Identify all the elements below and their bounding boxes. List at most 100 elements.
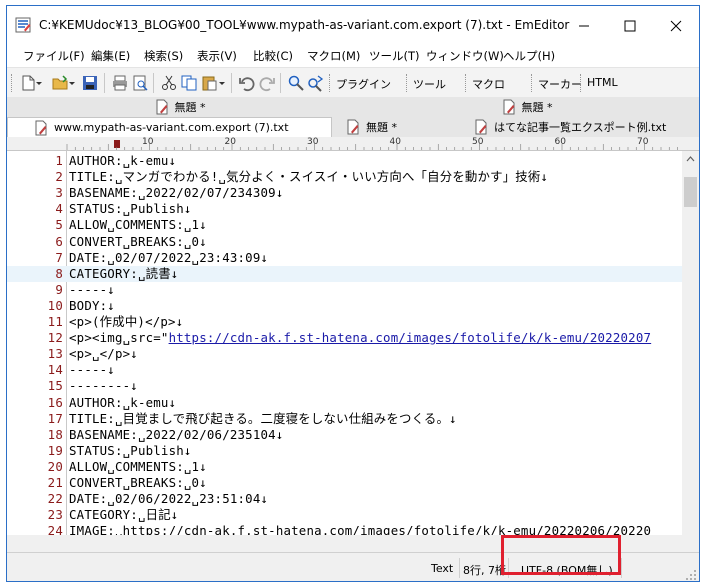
text-line[interactable]: 18 BASENAME:␣2022/02/06/235104↓ (7, 427, 699, 443)
menu-search[interactable]: 検索(S) (144, 48, 183, 64)
html-toolbar-label[interactable]: HTML (587, 76, 618, 89)
status-mode[interactable]: Text (431, 562, 453, 575)
text-line[interactable]: 4 STATUS:␣Publish↓ (7, 201, 699, 217)
find-icon[interactable] (287, 74, 305, 92)
text-line[interactable]: 23 CATEGORY:␣日記↓ (7, 507, 699, 523)
text-line[interactable]: 15 --------↓ (7, 378, 699, 394)
text-line[interactable]: 11 <p>(作成中)</p>↓ (7, 314, 699, 330)
line-text[interactable]: DATE:␣02/07/2022␣23:43:09↓ (69, 250, 268, 266)
line-text[interactable]: AUTHOR:␣k-emu↓ (69, 153, 176, 169)
line-text[interactable]: -----↓ (69, 282, 115, 298)
toolbar-grip[interactable] (329, 74, 332, 92)
menu-macro[interactable]: マクロ(M) (307, 48, 360, 64)
text-line[interactable]: 10 BODY:↓ (7, 298, 699, 314)
find-next-icon[interactable] (306, 74, 324, 92)
line-text[interactable]: <p>␣</p>↓ (69, 346, 138, 362)
minimize-button[interactable] (561, 6, 607, 45)
line-text[interactable]: BODY:↓ (69, 298, 115, 314)
line-text[interactable]: ALLOW␣COMMENTS:␣1↓ (69, 459, 207, 475)
print-preview-icon[interactable] (131, 74, 149, 92)
toolbar-separator (280, 73, 281, 93)
line-text[interactable]: -----↓ (69, 362, 115, 378)
copy-icon[interactable] (180, 74, 198, 92)
line-text[interactable]: BASENAME:␣2022/02/06/235104↓ (69, 427, 283, 443)
text-line[interactable]: 17 TITLE:␣目覚ましで飛び起きる。二度寝をしない仕組みをつくる。↓ (7, 411, 699, 427)
menu-help[interactable]: ヘルプ(H) (503, 48, 555, 64)
text-line[interactable]: 16 AUTHOR:␣k-emu↓ (7, 395, 699, 411)
text-line[interactable]: 5 ALLOW␣COMMENTS:␣1↓ (7, 217, 699, 233)
line-text[interactable]: DATE:␣02/06/2022␣23:51:04↓ (69, 491, 268, 507)
maximize-button[interactable] (607, 6, 653, 45)
tab-export-file[interactable]: www.mypath-as-variant.com.export (7).txt (7, 117, 332, 137)
line-text[interactable]: <p>(作成中)</p>↓ (69, 314, 183, 330)
plugin-toolbar-label[interactable]: プラグイン (336, 76, 391, 92)
line-text[interactable]: STATUS:␣Publish↓ (69, 443, 192, 459)
line-number: 12 (47, 330, 63, 346)
text-line[interactable]: 20 ALLOW␣COMMENTS:␣1↓ (7, 459, 699, 475)
tab-untitled-3[interactable]: 無題 * (332, 117, 462, 137)
text-line[interactable]: 8 CATEGORY:␣読書↓ (7, 265, 699, 282)
open-dropdown-icon[interactable] (68, 74, 76, 92)
close-button[interactable] (653, 6, 699, 45)
line-content: <p><img␣src=" (69, 330, 169, 346)
undo-icon[interactable] (238, 74, 256, 92)
menu-view[interactable]: 表示(V) (197, 48, 237, 64)
text-line[interactable]: 19 STATUS:␣Publish↓ (7, 443, 699, 459)
text-line[interactable]: 12 <p><img␣src="https://cdn-ak.f.st-haten… (7, 330, 699, 346)
text-line[interactable]: 2 TITLE:␣マンガでわかる!␣気分よく・スイスイ・いい方向へ「自分を動かす」… (7, 169, 699, 185)
vertical-scrollbar[interactable] (682, 151, 699, 535)
menu-window[interactable]: ウィンドウ(W) (426, 48, 504, 64)
tab-hatena-export-example[interactable]: はてな記事一覧エクスポート例.txt (462, 117, 699, 137)
paste-dropdown-icon[interactable] (218, 74, 226, 92)
cut-icon[interactable] (160, 74, 178, 92)
tab-untitled-2[interactable]: 無題 * (353, 97, 699, 117)
status-cursor-position[interactable]: 8行, 7桁 (463, 562, 506, 578)
text-line[interactable]: 13 <p>␣</p>↓ (7, 346, 699, 362)
text-line[interactable]: 1 AUTHOR:␣k-emu↓ (7, 153, 699, 169)
print-icon[interactable] (111, 74, 129, 92)
line-text[interactable]: CONVERT␣BREAKS:␣0↓ (69, 234, 207, 250)
toolbar-grip[interactable] (465, 74, 468, 92)
line-text[interactable]: CONVERT␣BREAKS:␣0↓ (69, 475, 207, 491)
line-text[interactable]: CATEGORY:␣読書↓ (69, 266, 178, 282)
text-line[interactable]: 3 BASENAME:␣2022/02/07/234309↓ (7, 185, 699, 201)
image-url-link[interactable]: https://cdn-ak.f.st-hatena.com/images/fo… (169, 330, 652, 345)
paste-icon[interactable] (200, 74, 218, 92)
text-line[interactable]: 14 -----↓ (7, 362, 699, 378)
resize-grip-icon[interactable] (685, 569, 697, 581)
line-text[interactable]: <p><img␣src="https://cdn-ak.f.st-hatena.… (69, 330, 651, 346)
toolbar-grip[interactable] (580, 74, 583, 92)
text-line[interactable]: 6 CONVERT␣BREAKS:␣0↓ (7, 234, 699, 250)
line-text[interactable]: ALLOW␣COMMENTS:␣1↓ (69, 217, 207, 233)
scroll-up-arrow-icon[interactable] (682, 151, 699, 168)
redo-icon[interactable] (258, 74, 276, 92)
marker-toolbar-label[interactable]: マーカー (538, 76, 582, 92)
text-line[interactable]: 7 DATE:␣02/07/2022␣23:43:09↓ (7, 250, 699, 266)
line-text[interactable]: --------↓ (69, 378, 138, 394)
line-text[interactable]: CATEGORY:␣日記↓ (69, 507, 178, 523)
text-line[interactable]: 22 DATE:␣02/06/2022␣23:51:04↓ (7, 491, 699, 507)
toolbar-grip[interactable] (406, 74, 409, 92)
line-text[interactable]: STATUS:␣Publish↓ (69, 201, 192, 217)
line-text[interactable]: TITLE:␣目覚ましで飛び起きる。二度寝をしない仕組みをつくる。↓ (69, 411, 457, 427)
line-text[interactable]: AUTHOR:␣k-emu↓ (69, 395, 176, 411)
text-line[interactable]: 21 CONVERT␣BREAKS:␣0↓ (7, 475, 699, 491)
toolbar-grip[interactable] (531, 74, 534, 92)
text-line[interactable]: 9 -----↓ (7, 282, 699, 298)
vertical-scroll-thumb[interactable] (684, 177, 697, 207)
new-dropdown-icon[interactable] (35, 74, 43, 92)
tab-untitled-1[interactable]: 無題 * (7, 97, 353, 117)
editor-area[interactable]: 1 AUTHOR:␣k-emu↓ 2 TITLE:␣マンガでわかる!␣気分よく・スイス… (7, 151, 699, 538)
line-text[interactable]: BASENAME:␣2022/02/07/234309↓ (69, 185, 283, 201)
menu-edit[interactable]: 編集(E) (91, 48, 130, 64)
line-text[interactable]: TITLE:␣マンガでわかる!␣気分よく・スイスイ・いい方向へ「自分を動かす」技… (69, 169, 548, 185)
menu-file[interactable]: ファイル(F) (23, 48, 85, 64)
macro-toolbar-label[interactable]: マクロ (472, 76, 505, 92)
open-folder-icon[interactable] (51, 74, 69, 92)
tool-toolbar-label[interactable]: ツール (413, 76, 446, 92)
line-content: ALLOW␣COMMENTS:␣1↓ (69, 458, 207, 474)
menu-tools[interactable]: ツール(T) (369, 48, 420, 64)
save-icon[interactable] (81, 74, 99, 92)
toolbar-grip[interactable] (11, 74, 14, 92)
menu-compare[interactable]: 比較(C) (253, 48, 293, 64)
